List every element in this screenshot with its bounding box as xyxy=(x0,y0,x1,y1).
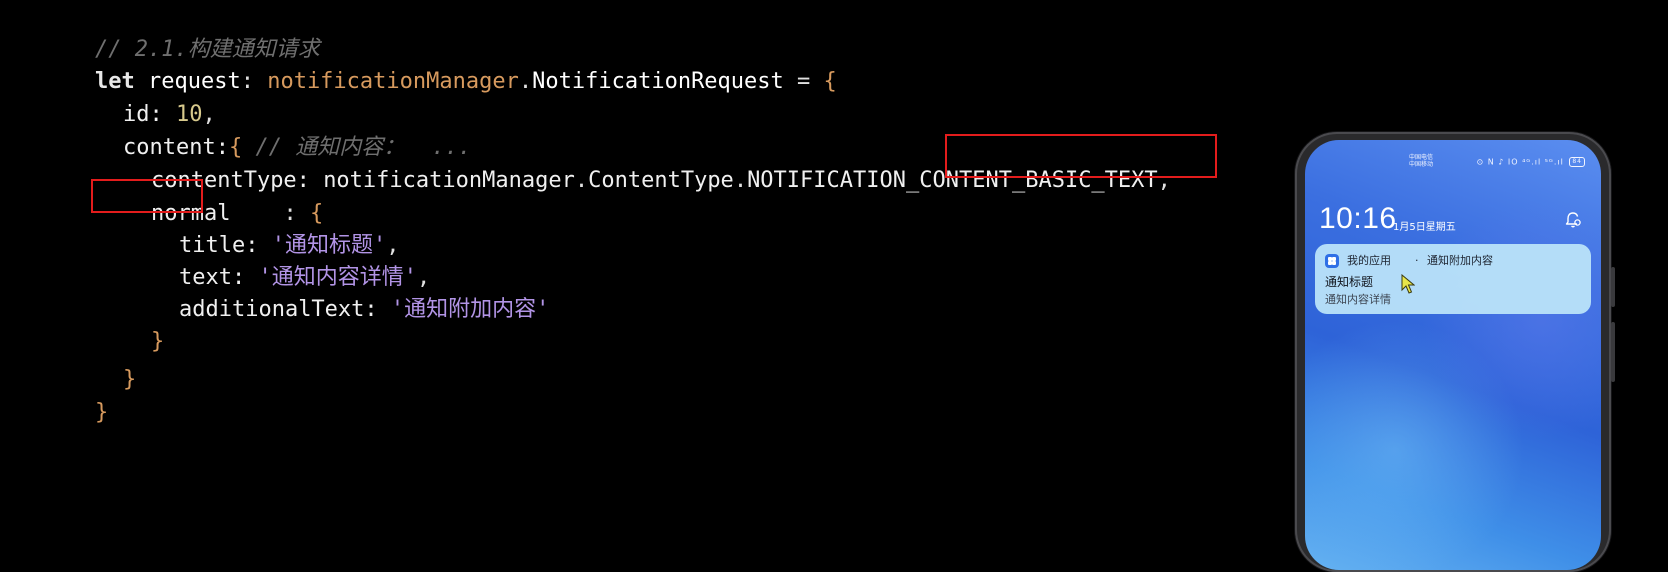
code-brace: { xyxy=(823,69,837,94)
volume-button xyxy=(1611,267,1615,307)
code-brace: } xyxy=(122,367,137,392)
notification-app-name: 我的应用 xyxy=(1347,254,1391,267)
notification-additional-text: 通知附加内容 xyxy=(1427,254,1493,267)
code-line-12: } xyxy=(42,368,108,425)
code-dot: . xyxy=(518,69,533,94)
highlight-box-content-basic-text xyxy=(945,134,1217,178)
code-key-additionaltext: additionalText: xyxy=(178,297,378,322)
signal-icons: ⊙ N ♪ ⅠO ⁴ᴳ.ıl ⁵ᴳ.ıl xyxy=(1476,157,1564,167)
lock-screen-date: 1月5日星期五 xyxy=(1393,222,1456,233)
code-dot: . xyxy=(733,168,748,193)
code-brace: } xyxy=(94,400,109,425)
code-line-9: additionalText: '通知附加内容' xyxy=(126,265,549,322)
code-dot: . xyxy=(574,168,589,193)
code-line-3: id: 10, xyxy=(70,70,216,127)
code-enum-prefix: NOTIFICATION_ xyxy=(747,168,920,193)
notification-text: 通知内容详情 xyxy=(1325,293,1391,306)
code-string: '通知附加内容' xyxy=(390,297,550,322)
notification-title: 通知标题 xyxy=(1325,275,1374,289)
code-line-4: content:{ // 通知内容： ... xyxy=(70,103,471,160)
carrier-label: 中国电信 中国移动 xyxy=(1409,154,1433,168)
phone-mockup: 中国电信 中国移动 ⊙ N ♪ ⅠO ⁴ᴳ.ıl ⁵ᴳ.ıl 84 10:16 … xyxy=(1295,132,1615,572)
lock-screen-clock: 10:16 xyxy=(1319,202,1397,235)
notification-separator: · xyxy=(1415,254,1419,267)
code-type-name: NotificationRequest xyxy=(532,69,784,94)
code-namespace: notificationManager xyxy=(323,168,575,193)
carrier-2: 中国移动 xyxy=(1409,161,1434,168)
code-equals: = xyxy=(797,69,811,94)
notification-card[interactable]: 我的应用 · 通知附加内容 通知标题 通知内容详情 xyxy=(1315,244,1591,314)
highlight-box-normal xyxy=(91,179,203,213)
battery-icon: 84 xyxy=(1569,157,1585,167)
code-line-10: } xyxy=(98,297,164,354)
carrier-1: 中国电信 xyxy=(1409,154,1434,161)
code-colon: : xyxy=(240,69,254,94)
app-icon xyxy=(1325,254,1339,268)
code-line-2: let request: notificationManager.Notific… xyxy=(42,37,837,94)
status-bar-icons: ⊙ N ♪ ⅠO ⁴ᴳ.ıl ⁵ᴳ.ıl 84 xyxy=(1476,157,1585,167)
code-line-1: // 2.1.构建通知请求 xyxy=(42,5,320,62)
code-line-11: } xyxy=(70,335,136,392)
mouse-cursor-icon xyxy=(1401,274,1415,294)
power-button xyxy=(1611,322,1615,382)
code-namespace: notificationManager xyxy=(267,69,519,94)
code-editor: // 2.1.构建通知请求 let request: notificationM… xyxy=(0,0,1240,541)
code-line-8: text: '通知内容详情', xyxy=(126,233,430,290)
lock-screen: 中国电信 中国移动 ⊙ N ♪ ⅠO ⁴ᴳ.ıl ⁵ᴳ.ıl 84 10:16 … xyxy=(1305,140,1601,570)
code-enum-type: ContentType xyxy=(588,168,734,193)
code-brace: } xyxy=(150,329,165,354)
bell-settings-icon[interactable] xyxy=(1563,210,1583,230)
